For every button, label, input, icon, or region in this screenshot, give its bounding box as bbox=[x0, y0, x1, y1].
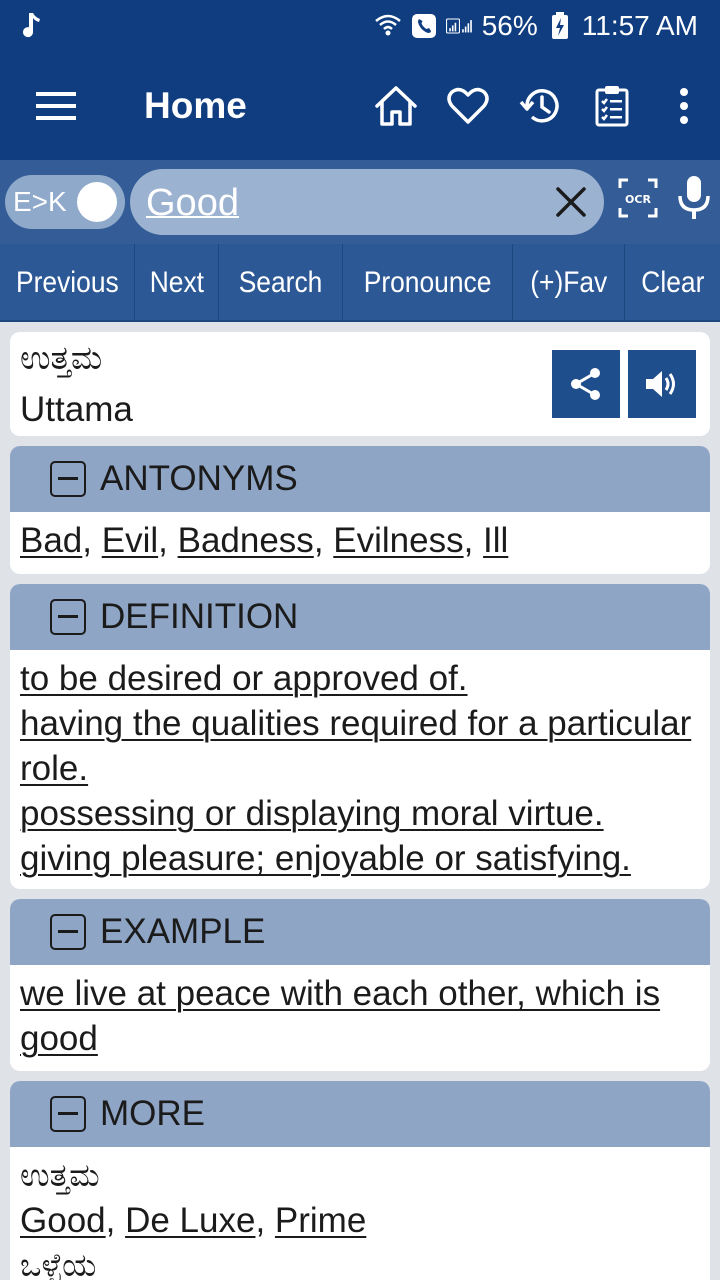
definition-section: DEFINITION to be desired or approved of.… bbox=[10, 584, 710, 889]
example-section: EXAMPLE we live at peace with each other… bbox=[10, 899, 710, 1071]
speak-button[interactable] bbox=[628, 350, 696, 418]
synonym-link[interactable]: De Luxe bbox=[125, 1201, 255, 1240]
battery-percent: 56% bbox=[481, 10, 538, 41]
definition-line: having the qualities required for a part… bbox=[20, 704, 692, 788]
battery-icon bbox=[546, 12, 574, 40]
search-input[interactable]: Good bbox=[130, 169, 604, 235]
antonym-link[interactable]: Badness bbox=[178, 521, 314, 560]
example-header[interactable]: EXAMPLE bbox=[10, 899, 710, 965]
overflow-menu-button[interactable] bbox=[648, 52, 720, 160]
kannada-word: ಉತ್ತಮ bbox=[20, 338, 103, 377]
share-icon bbox=[571, 368, 600, 400]
status-bar: 56% 11:57 AM bbox=[0, 0, 720, 52]
ocr-button[interactable]: OCR bbox=[616, 176, 660, 220]
antonyms-list: Bad, Evil, Badness, Evilness, Ill bbox=[20, 521, 509, 560]
definition-line: possessing or displaying moral virtue. bbox=[20, 794, 604, 833]
heart-icon bbox=[447, 87, 489, 124]
section-title: EXAMPLE bbox=[100, 912, 266, 951]
section-title: ANTONYMS bbox=[100, 459, 298, 498]
collapse-icon[interactable] bbox=[50, 599, 86, 635]
home-button[interactable] bbox=[360, 52, 432, 160]
clipboard-icon bbox=[595, 86, 629, 127]
next-button[interactable]: Next bbox=[135, 244, 219, 322]
svg-text:OCR: OCR bbox=[625, 193, 651, 206]
definition-header[interactable]: DEFINITION bbox=[10, 584, 710, 650]
share-button[interactable] bbox=[552, 350, 620, 418]
action-bar: Previous Next Search Pronounce (+)Fav Cl… bbox=[0, 244, 720, 322]
clear-button[interactable]: Clear bbox=[625, 244, 720, 322]
clipboard-button[interactable] bbox=[576, 52, 648, 160]
add-favorite-button[interactable]: (+)Fav bbox=[513, 244, 625, 322]
kannada-word: ಉತ್ತಮ bbox=[20, 1156, 100, 1194]
synonym-link[interactable]: Good bbox=[20, 1201, 106, 1240]
antonyms-header[interactable]: ANTONYMS bbox=[10, 446, 710, 512]
transliteration: Uttama bbox=[20, 390, 133, 429]
toggle-knob bbox=[77, 182, 117, 222]
music-note-icon bbox=[20, 12, 48, 40]
antonym-link[interactable]: Ill bbox=[483, 521, 508, 560]
close-icon[interactable] bbox=[552, 183, 590, 221]
kannada-word: ಒಳ್ಳೆಯ bbox=[20, 1246, 97, 1280]
mic-icon bbox=[678, 176, 710, 219]
speaker-icon bbox=[646, 371, 675, 397]
signal-icon bbox=[445, 12, 474, 40]
home-icon bbox=[375, 86, 417, 126]
antonym-link[interactable]: Bad bbox=[20, 521, 82, 560]
more-section: MORE ಉತ್ತಮ Good, De Luxe, Prime ಒಳ್ಳೆಯ bbox=[10, 1081, 710, 1280]
synonym-link[interactable]: Prime bbox=[275, 1201, 366, 1240]
definition-line: giving pleasure; enjoyable or satisfying… bbox=[20, 839, 631, 878]
wifi-call-icon bbox=[374, 12, 402, 40]
more-vert-icon bbox=[680, 88, 688, 124]
history-icon bbox=[519, 89, 559, 123]
section-title: MORE bbox=[100, 1094, 205, 1133]
menu-icon bbox=[36, 92, 76, 120]
antonyms-section: ANTONYMS Bad, Evil, Badness, Evilness, I… bbox=[10, 446, 710, 574]
collapse-icon[interactable] bbox=[50, 1096, 86, 1132]
definition-line: to be desired or approved of. bbox=[20, 659, 468, 698]
page-title: Home bbox=[144, 85, 247, 126]
pronounce-button[interactable]: Pronounce bbox=[343, 244, 513, 322]
app-bar: Home bbox=[0, 52, 720, 160]
definition-text: to be desired or approved of. having the… bbox=[10, 650, 710, 889]
voice-search-button[interactable] bbox=[672, 174, 716, 222]
clock: 11:57 AM bbox=[581, 10, 698, 41]
favorites-button[interactable] bbox=[432, 52, 504, 160]
ocr-icon: OCR bbox=[618, 178, 658, 218]
phone-icon bbox=[410, 12, 438, 40]
synonym-list: Good, De Luxe, Prime bbox=[20, 1201, 367, 1240]
history-button[interactable] bbox=[504, 52, 576, 160]
menu-button[interactable] bbox=[0, 52, 112, 160]
antonym-link[interactable]: Evil bbox=[102, 521, 158, 560]
previous-button[interactable]: Previous bbox=[0, 244, 135, 322]
section-title: DEFINITION bbox=[100, 597, 299, 636]
language-toggle[interactable]: E>K bbox=[5, 175, 125, 229]
example-sentence: we live at peace with each other, which … bbox=[20, 974, 661, 1058]
collapse-icon[interactable] bbox=[50, 914, 86, 950]
search-bar: E>K Good bbox=[0, 160, 720, 244]
search-button[interactable]: Search bbox=[219, 244, 343, 322]
result-word-card: ಉತ್ತಮ Uttama bbox=[10, 332, 710, 436]
more-content: ಉತ್ತಮ Good, De Luxe, Prime ಒಳ್ಳೆಯ bbox=[10, 1147, 710, 1280]
collapse-icon[interactable] bbox=[50, 461, 86, 497]
example-text: we live at peace with each other, which … bbox=[10, 965, 710, 1071]
more-header[interactable]: MORE bbox=[10, 1081, 710, 1147]
antonym-link[interactable]: Evilness bbox=[333, 521, 463, 560]
search-query: Good bbox=[146, 182, 239, 224]
language-toggle-label: E>K bbox=[13, 186, 67, 217]
